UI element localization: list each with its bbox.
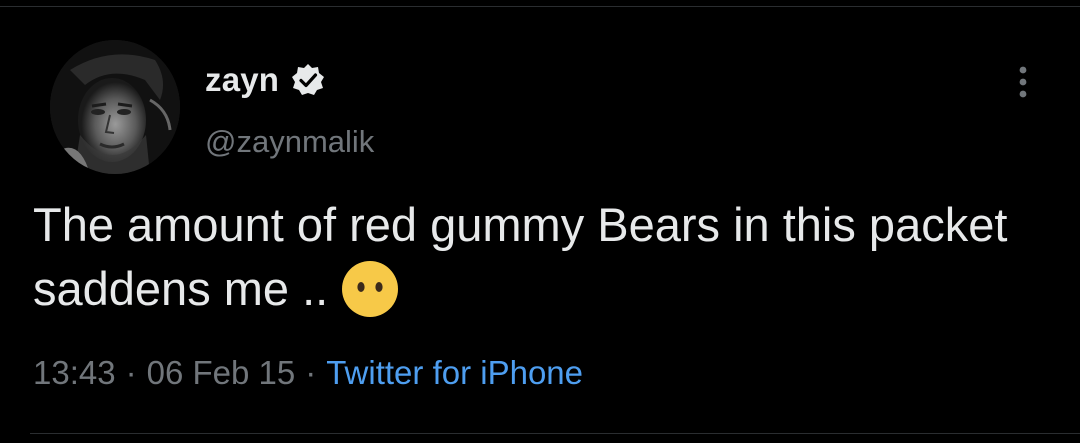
verified-badge-icon [291,63,325,97]
bottom-divider [30,433,1080,434]
more-options-icon[interactable] [1012,62,1034,102]
tweet-text-content: The amount of red gummy Bears in this pa… [33,198,1008,315]
neutral-face-no-mouth-emoji-icon [340,259,400,319]
avatar[interactable] [50,40,180,174]
tweet-date[interactable]: 06 Feb 15 [147,354,296,391]
tweet-meta: 13:43 · 06 Feb 15 · Twitter for iPhone [33,354,583,392]
tweet-card: zayn @zaynmalik The amount of red gummy … [0,0,1080,443]
meta-separator: · [305,354,317,391]
tweet-source-link[interactable]: Twitter for iPhone [326,354,583,391]
top-divider [0,6,1080,7]
author-name-row: zayn [205,58,325,102]
user-handle[interactable]: @zaynmalik [205,124,374,160]
tweet-text: The amount of red gummy Bears in this pa… [33,193,1043,321]
meta-separator: · [125,354,137,391]
display-name[interactable]: zayn [205,61,279,99]
tweet-time[interactable]: 13:43 [33,354,116,391]
